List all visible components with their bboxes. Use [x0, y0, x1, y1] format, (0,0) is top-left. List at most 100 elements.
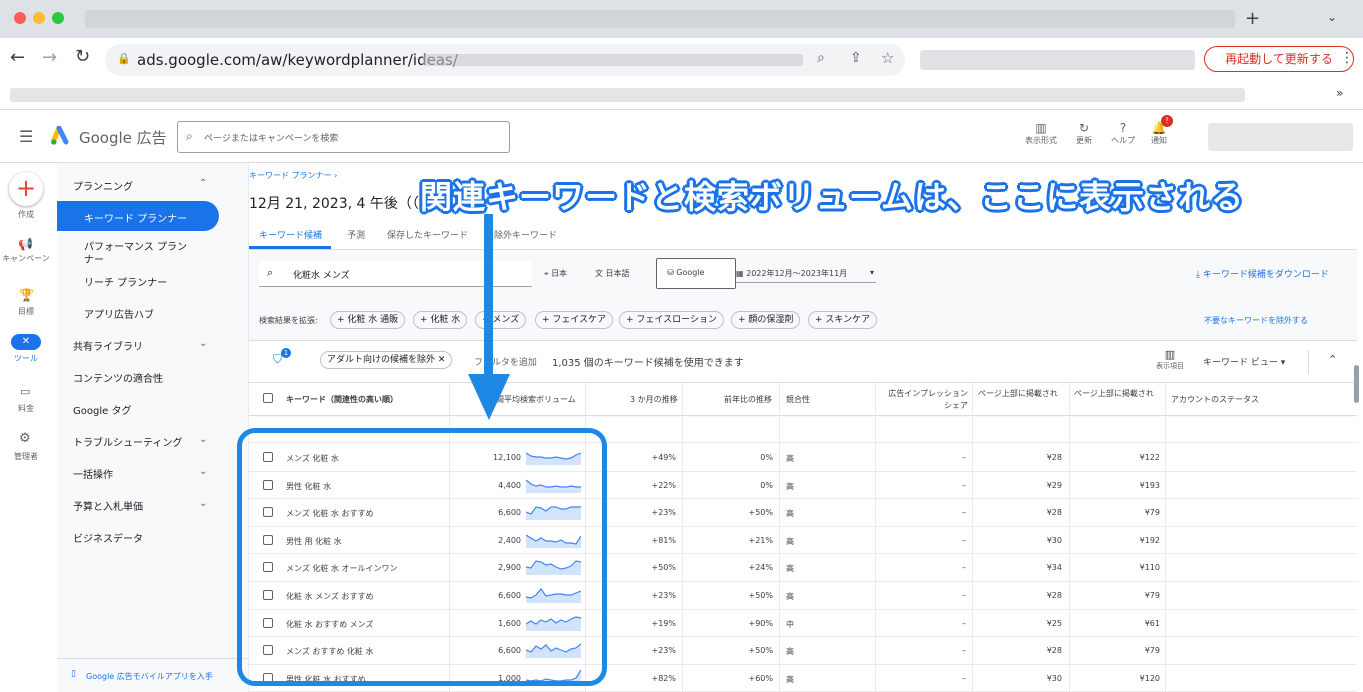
- help-button[interactable]: ? ヘルプ: [1106, 121, 1140, 146]
- header-keyword[interactable]: キーワード（関連性の高い順）: [286, 394, 398, 405]
- sidebar-item-google-tag[interactable]: Google タグ: [73, 402, 131, 417]
- impression-share-cell: –: [962, 673, 966, 683]
- header-yoy-change[interactable]: 前年比の推移: [724, 394, 772, 405]
- header-3month-change[interactable]: 3 か月の推移: [630, 394, 678, 405]
- extensions-area[interactable]: [920, 50, 1195, 70]
- select-all-checkbox[interactable]: [263, 393, 273, 403]
- sidebar-item-performance-planner[interactable]: パフォーマンス プランナー: [84, 241, 194, 267]
- network-selector[interactable]: ⛁ Google: [656, 258, 736, 289]
- highlight-box: [237, 428, 607, 686]
- chevron-down-icon[interactable]: ⌄: [199, 466, 207, 477]
- rail-goals-label[interactable]: 目標: [0, 306, 52, 317]
- close-window-icon[interactable]: [14, 12, 26, 24]
- refresh-label: 更新: [1076, 136, 1092, 145]
- reload-icon[interactable]: ↻: [75, 46, 90, 67]
- header-impression-share[interactable]: 広告インプレッション シェア: [880, 388, 968, 412]
- chevron-up-icon[interactable]: ⌃: [199, 178, 207, 189]
- sidebar-divider: [57, 658, 249, 659]
- language-selector[interactable]: 文 日本語: [595, 268, 630, 279]
- appearance-button[interactable]: ▥ 表示形式: [1025, 121, 1057, 146]
- filter-chip-adult[interactable]: アダルト向けの候補を除外 ✕: [320, 351, 453, 369]
- sidebar-item-reach-planner[interactable]: リーチ プランナー: [84, 274, 167, 289]
- admin-gear-icon[interactable]: ⚙: [19, 431, 31, 446]
- expand-chip[interactable]: + 化粧 水: [413, 311, 468, 329]
- tab-keyword-ideas[interactable]: キーワード候補: [259, 228, 322, 241]
- browser-menu-icon[interactable]: ⋮: [1340, 50, 1354, 66]
- top-bid-low-cell: ¥29: [1046, 480, 1062, 490]
- search-icon: ⌕: [267, 266, 274, 279]
- goals-trophy-icon[interactable]: 🏆: [19, 288, 34, 302]
- tools-icon[interactable]: ✕: [11, 334, 41, 350]
- sidebar-item-keyword-planner[interactable]: キーワード プランナー: [57, 201, 219, 231]
- date-range-selector[interactable]: ▦ 2022年12月～2023年11月 ▾: [736, 268, 876, 283]
- breadcrumb[interactable]: キーワード プランナー ›: [249, 170, 337, 181]
- tab-search-icon[interactable]: ⌄: [1327, 10, 1337, 24]
- sidebar-item-app-ads-hub[interactable]: アプリ広告ハブ: [84, 306, 154, 321]
- account-info[interactable]: [1208, 123, 1353, 151]
- browser-tabs[interactable]: [85, 10, 1235, 28]
- main-menu-icon[interactable]: ☰: [19, 127, 33, 146]
- sidebar-item-bulk-actions[interactable]: 一括操作: [73, 466, 113, 481]
- page-search-input[interactable]: ⌕ ページまたはキャンペーンを検索: [177, 121, 510, 153]
- notifications-button[interactable]: 🔔 通知 !: [1144, 115, 1174, 146]
- competition-cell: 高: [786, 674, 794, 684]
- columns-button[interactable]: ▥ 表示項目: [1155, 348, 1185, 371]
- expand-chip[interactable]: + 化粧 水 通販: [330, 311, 406, 329]
- address-bar[interactable]: 🔒 ads.google.com/aw/keywordplanner/ideas…: [105, 44, 905, 76]
- tab-saved-keywords[interactable]: 保存したキーワード: [387, 228, 468, 241]
- more-bookmarks-icon[interactable]: »: [1336, 86, 1343, 100]
- refresh-button[interactable]: ↻ 更新: [1068, 121, 1100, 146]
- header-account-status[interactable]: アカウントのステータス: [1171, 394, 1259, 405]
- sidebar-planning-heading[interactable]: プランニング: [73, 178, 133, 193]
- columns-label: 表示項目: [1156, 362, 1184, 370]
- date-range-value: 2022年12月～2023年11月: [746, 269, 848, 278]
- competition-cell: 高: [786, 564, 794, 574]
- rail-admin-label[interactable]: 管理者: [0, 451, 52, 462]
- back-icon[interactable]: ←: [10, 47, 25, 68]
- collapse-chevron-icon[interactable]: ⌃: [1328, 353, 1337, 366]
- restart-update-button[interactable]: 再起動して更新する: [1204, 46, 1354, 72]
- chevron-down-icon[interactable]: ⌄: [199, 338, 207, 349]
- rail-billing-label[interactable]: 料金: [0, 403, 52, 414]
- scrollbar[interactable]: [1354, 365, 1359, 403]
- minimize-window-icon[interactable]: [33, 12, 45, 24]
- mobile-app-link[interactable]: Google 広告モバイルアプリを入手: [86, 671, 213, 682]
- sidebar-item-budgets-bids[interactable]: 予算と入札単価: [73, 498, 143, 513]
- create-icon[interactable]: +: [9, 172, 43, 206]
- zoom-icon[interactable]: ⌕: [817, 50, 825, 66]
- expand-chip[interactable]: + フェイスケア: [535, 311, 614, 329]
- header-top-bid-low[interactable]: ページ上部に掲載され: [978, 388, 1066, 399]
- bookmark-star-icon[interactable]: ☆: [881, 49, 894, 67]
- top-bid-low-cell: ¥28: [1046, 508, 1062, 518]
- top-bid-high-cell: ¥79: [1144, 646, 1160, 656]
- dropdown-arrow-icon: ▾: [869, 268, 874, 277]
- expand-chip[interactable]: + スキンケア: [808, 311, 878, 329]
- expand-chip[interactable]: + フェイスローション: [619, 311, 724, 329]
- download-button[interactable]: ⤓ キーワード候補をダウンロード: [1196, 267, 1329, 280]
- forward-icon[interactable]: →: [42, 47, 57, 68]
- impression-share-cell: –: [962, 646, 966, 656]
- rail-campaign-label[interactable]: キャンペーン: [0, 253, 52, 264]
- new-tab-icon[interactable]: +: [1245, 8, 1260, 29]
- header-competition[interactable]: 競合性: [786, 394, 810, 405]
- close-icon[interactable]: ✕: [438, 355, 446, 365]
- share-icon[interactable]: ⇪: [850, 50, 862, 66]
- sidebar-item-shared-library[interactable]: 共有ライブラリ: [73, 338, 143, 353]
- expand-label: 検索結果を拡張:: [259, 316, 318, 325]
- location-selector[interactable]: ⌖ 日本: [544, 268, 567, 279]
- chevron-down-icon[interactable]: ⌄: [199, 498, 207, 509]
- rail-tools-label[interactable]: ツール: [0, 353, 52, 364]
- chevron-down-icon[interactable]: ⌄: [199, 434, 207, 445]
- sidebar-item-content-suitability[interactable]: コンテンツの適合性: [73, 370, 163, 385]
- exclude-keywords-link[interactable]: 不要なキーワードを除外する: [1204, 315, 1308, 326]
- sidebar-item-business-data[interactable]: ビジネスデータ: [73, 530, 143, 545]
- expand-chip[interactable]: + 顔の保湿剤: [731, 311, 801, 329]
- header-top-bid-high[interactable]: ページ上部に掲載され: [1074, 388, 1162, 399]
- view-selector[interactable]: キーワード ビュー ▾: [1203, 355, 1285, 368]
- bookmark-items[interactable]: [10, 88, 1245, 102]
- campaign-megaphone-icon[interactable]: 📢: [18, 237, 33, 251]
- zoom-window-icon[interactable]: [52, 12, 64, 24]
- sidebar-item-troubleshooting[interactable]: トラブルシューティング: [73, 434, 182, 449]
- billing-card-icon[interactable]: ▭: [20, 385, 30, 398]
- tab-forecast[interactable]: 予測: [347, 228, 365, 241]
